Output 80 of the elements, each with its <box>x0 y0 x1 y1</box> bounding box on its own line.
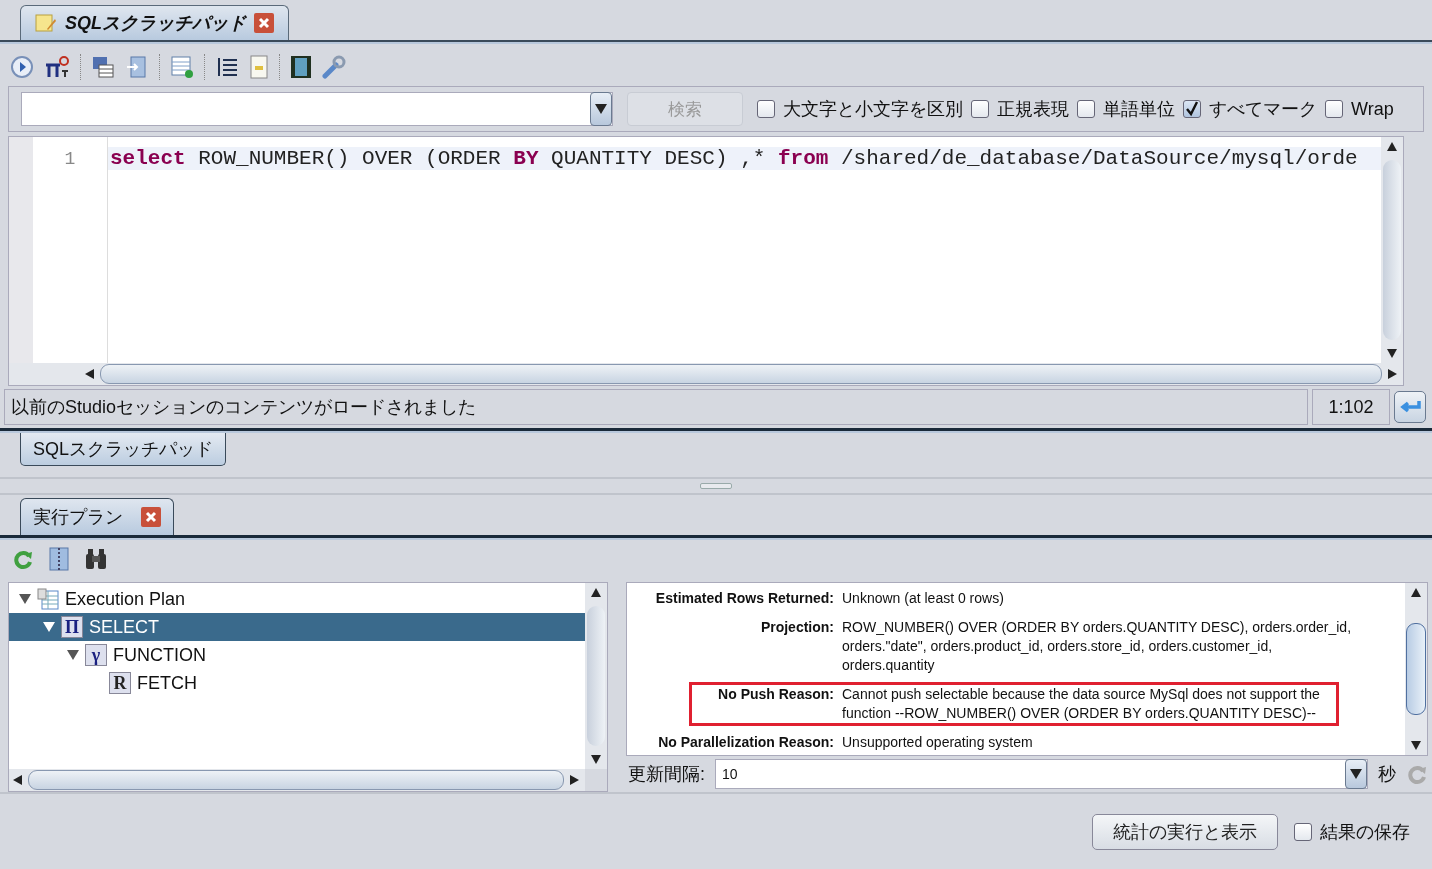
film-strip-icon[interactable] <box>290 55 312 79</box>
scrollbar-thumb[interactable] <box>1383 160 1401 340</box>
detail-value: Cannot push selectable because the data source MySql does not support the function --ROW_NUMBER() OVER (ORDER BY orders.QUANTITY DESC)-- <box>842 685 1320 723</box>
scrollbar-thumb[interactable] <box>1406 623 1426 715</box>
import-icon[interactable] <box>125 55 149 79</box>
unit-label: 秒 <box>1378 763 1396 786</box>
line-number: 1 <box>64 149 76 169</box>
checkbox[interactable] <box>1294 822 1312 841</box>
zipper-file-icon[interactable] <box>48 547 70 571</box>
checkbox[interactable] <box>971 100 989 118</box>
close-icon[interactable] <box>254 13 274 33</box>
scroll-right-icon[interactable] <box>1388 369 1397 379</box>
dropdown-arrow-icon <box>595 104 607 114</box>
interval-label: 更新間隔: <box>628 763 705 786</box>
tab[interactable]: SQLスクラッチパッド <box>20 433 227 466</box>
return-button[interactable] <box>1394 391 1426 423</box>
scroll-up-icon[interactable] <box>1411 588 1421 597</box>
scroll-down-icon[interactable] <box>591 755 601 764</box>
gamma-symbol-icon: γ <box>85 644 107 666</box>
editor-tab[interactable]: SQLスクラッチパッド <box>20 5 289 40</box>
checkbox-label: すべてマーク <box>1209 98 1317 121</box>
tree-item[interactable]: Π SELECT <box>9 613 585 641</box>
detail-label: Projection: <box>759 618 834 637</box>
vertical-scrollbar[interactable] <box>1405 583 1427 755</box>
detail-label: Estimated Rows Returned: <box>654 589 834 608</box>
vertical-scrollbar[interactable] <box>1381 137 1403 363</box>
pi-symbol-icon: Π <box>61 616 83 638</box>
binoculars-icon[interactable] <box>84 548 108 570</box>
scroll-down-icon[interactable] <box>1387 349 1397 358</box>
expand-triangle-icon[interactable] <box>43 621 55 633</box>
plan-table-icon <box>37 588 59 610</box>
scroll-right-icon[interactable] <box>570 775 579 785</box>
tree-item[interactable]: Execution Plan <box>9 585 585 613</box>
detail-value: Unknown (at least 0 rows) <box>842 589 1004 608</box>
run-statistics-button[interactable]: 統計の実行と表示 <box>1092 813 1278 850</box>
checkbox[interactable] <box>1077 100 1095 118</box>
dropdown-arrow-icon <box>1350 769 1362 779</box>
run-icon[interactable] <box>10 55 34 79</box>
checkbox-label: 結果の保存 <box>1320 820 1410 844</box>
checkbox[interactable] <box>1325 100 1343 118</box>
return-arrow-icon <box>1399 399 1421 415</box>
pi-sigma-icon[interactable] <box>44 55 70 79</box>
scrollbar-thumb[interactable] <box>100 364 1382 384</box>
splitter-handle[interactable] <box>700 483 732 489</box>
detail-value: ROW_NUMBER() OVER (ORDER BY orders.QUANTITY DESC), orders.order_id, orders."date", orders.product_id, orders.store_id, orders.customer_id, orders.quantity <box>842 618 1352 675</box>
vertical-scrollbar[interactable] <box>585 583 607 769</box>
scroll-left-icon[interactable] <box>13 775 22 785</box>
scrollbar-thumb[interactable] <box>28 770 564 790</box>
scroll-down-icon[interactable] <box>1411 741 1421 750</box>
scrollbar-thumb[interactable] <box>587 606 605 746</box>
detail-label: No Parallelization Reason: <box>657 733 834 752</box>
tree-item[interactable]: R FETCH <box>9 669 585 697</box>
plan-tab[interactable]: 実行プラン <box>20 498 174 535</box>
checkbox[interactable] <box>757 100 775 118</box>
checkbox[interactable] <box>1183 100 1201 118</box>
scroll-left-icon[interactable] <box>85 369 94 379</box>
status-message: 以前のStudioセッションのコンテンツがロードされました <box>4 389 1308 425</box>
scroll-up-icon[interactable] <box>591 588 601 597</box>
cursor-position: 1:102 <box>1312 389 1390 425</box>
checkbox-label: 単語単位 <box>1103 98 1175 121</box>
tree-item[interactable]: γ FUNCTION <box>9 641 585 669</box>
close-icon[interactable] <box>141 507 161 527</box>
checkbox-label: 大文字と小文字を区別 <box>783 98 963 121</box>
indent-lines-icon[interactable] <box>215 55 239 79</box>
add-table-icon[interactable] <box>170 55 194 79</box>
expand-triangle-icon[interactable] <box>19 593 31 605</box>
horizontal-scrollbar[interactable] <box>9 769 585 791</box>
expand-triangle-icon[interactable] <box>67 649 79 661</box>
detail-label: No Push Reason: <box>717 685 834 704</box>
save-table-icon[interactable] <box>91 55 115 79</box>
interval-combo-field[interactable]: 10 <box>715 759 1368 789</box>
scroll-up-icon[interactable] <box>1387 142 1397 151</box>
checkbox-label: Wrap <box>1351 98 1394 120</box>
code-editor[interactable]: select ROW_NUMBER() OVER (ORDER BY QUANTITY DESC) ,* from /shared/de_database/DataSource/mysql/orde <box>108 137 1381 363</box>
search-combo-field[interactable] <box>21 92 613 126</box>
r-symbol-icon: R <box>109 672 131 694</box>
note-pencil-icon <box>35 13 57 33</box>
horizontal-scrollbar[interactable] <box>9 363 1403 385</box>
detail-value: Unsupported operating system <box>842 733 1033 752</box>
checkbox-label: 正規表現 <box>997 98 1069 121</box>
